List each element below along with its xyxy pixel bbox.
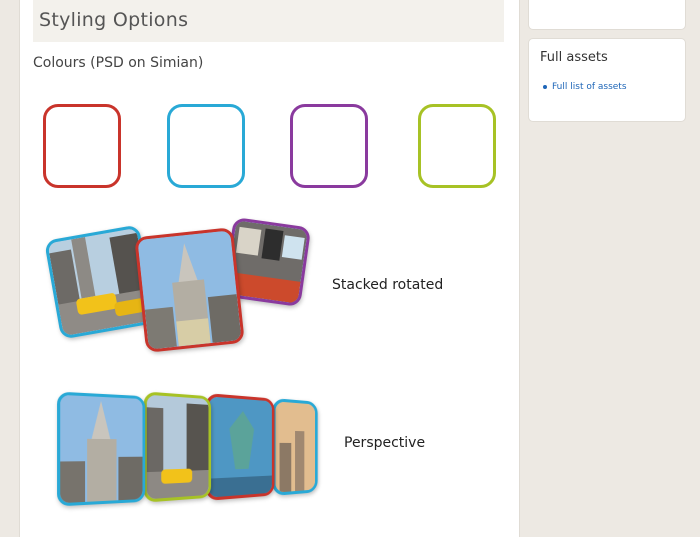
- stacked-photo-chrysler: [134, 227, 245, 353]
- full-assets-title: Full assets: [540, 50, 608, 65]
- list-item: Full list of assets: [543, 81, 627, 93]
- stacked-caption: Stacked rotated: [332, 277, 444, 293]
- full-list-of-assets-link[interactable]: Full list of assets: [552, 82, 627, 92]
- perspective-caption: Perspective: [344, 435, 426, 451]
- assets-link-list: Full list of assets: [543, 81, 627, 93]
- swatch-red: [43, 104, 121, 188]
- swatch-blue: [167, 104, 245, 188]
- perspective-photo-chrysler: [57, 391, 146, 507]
- perspective-photo-skyline: [272, 397, 318, 497]
- swatch-purple: [290, 104, 368, 188]
- sidebar-card-top: [528, 0, 686, 30]
- colours-heading: Colours (PSD on Simian): [33, 55, 204, 71]
- perspective-photo-liberty: [205, 392, 275, 502]
- bullet-icon: [543, 84, 547, 89]
- swatch-green: [418, 104, 496, 188]
- perspective-photo-taxi: [143, 391, 212, 503]
- full-assets-card: Full assets Full list of assets: [528, 38, 686, 122]
- section-title: Styling Options: [39, 9, 189, 31]
